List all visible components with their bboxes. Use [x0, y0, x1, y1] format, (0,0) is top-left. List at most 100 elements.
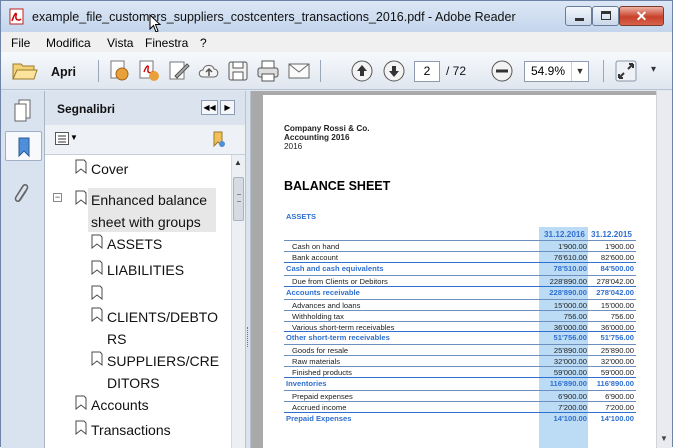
maximize-button[interactable]: [592, 6, 619, 26]
bookmark-page-icon: [75, 190, 87, 206]
attachments-icon[interactable]: [13, 181, 33, 207]
table-row: Cash on hand 1'900.00 1'900.00: [284, 240, 636, 251]
row-label: Inventories: [286, 379, 327, 389]
navigation-pane-rail: [1, 91, 45, 448]
bookmark-label: Enhanced balance: [91, 192, 207, 208]
minimize-button[interactable]: [565, 6, 592, 26]
toolbar-separator: [320, 60, 321, 82]
row-value-2015: 278'042.00: [596, 287, 634, 297]
menu-help[interactable]: ?: [200, 36, 207, 50]
balance-sheet-heading: BALANCE SHEET: [284, 179, 391, 193]
zoom-select[interactable]: 54.9% ▼: [524, 61, 589, 82]
col-header-2015: 31.12.2015: [591, 230, 632, 239]
create-pdf-icon[interactable]: [107, 59, 131, 83]
bookmark-label: CLIENTS/DEBTO: [107, 309, 218, 325]
table-row: Prepaid expenses 6'900.00 6'900.00: [284, 390, 636, 402]
page-number-input[interactable]: 2: [414, 61, 440, 82]
bookmarks-toolbar: ▼: [45, 125, 245, 155]
row-label: Various short-term receivables: [292, 322, 395, 332]
row-value-2015: 116'890.00: [596, 379, 634, 389]
chevron-down-icon[interactable]: ▼: [571, 62, 588, 81]
table-row: Prepaid Expenses 14'100.00 14'100.00: [284, 411, 636, 423]
zoom-out-icon[interactable]: [490, 59, 514, 83]
page-total: / 72: [446, 64, 467, 78]
next-page-icon[interactable]: [382, 59, 406, 83]
menu-vista[interactable]: Vista: [107, 36, 133, 50]
scroll-thumb[interactable]: [233, 177, 244, 221]
save-icon[interactable]: [226, 59, 250, 83]
find-bookmark-icon[interactable]: [211, 131, 227, 149]
print-icon[interactable]: [256, 59, 280, 83]
bookmark-page-icon: [75, 159, 87, 175]
row-label: Prepaid Expenses: [286, 413, 352, 423]
table-row: Advances and loans 15'000.00 15'000.00: [284, 298, 636, 310]
table-row: Inventories 116'890.00 116'890.00: [284, 377, 636, 389]
row-label: Advances and loans: [292, 300, 361, 310]
menu-finestra[interactable]: Finestra: [145, 36, 188, 50]
row-value-2015: 36'000.00: [600, 322, 634, 332]
table-row: Various short-term receivables 36'000.00 3…: [284, 320, 636, 332]
scroll-down-icon[interactable]: ▼: [657, 432, 672, 448]
row-value-2015: 51'756.00: [600, 333, 634, 343]
close-button[interactable]: ✕: [619, 6, 664, 26]
row-value-2016: 7'200.00: [558, 403, 587, 412]
table-row: Raw materials 32'000.00 32'000.00: [284, 355, 636, 367]
cloud-upload-icon[interactable]: [197, 59, 221, 83]
row-value-2015: 6'900.00: [605, 392, 634, 402]
collapse-toggle-icon[interactable]: −: [53, 193, 62, 202]
open-button[interactable]: Apri: [7, 57, 85, 85]
row-value-2016: 51'756.00: [553, 333, 587, 343]
row-label: Goods for resale: [292, 346, 349, 356]
app-window: example_file_customers_suppliers_costcen…: [0, 0, 673, 448]
splitter-grip: [247, 327, 249, 347]
bookmark-label: Accounts: [91, 397, 149, 413]
sign-document-icon[interactable]: [167, 59, 191, 83]
bookmark-page-icon: [91, 234, 103, 250]
pdf-page: Company Rossi & Co. Accounting 2016 2016…: [263, 95, 656, 448]
bookmark-label: Transactions: [91, 422, 171, 438]
document-scrollbar[interactable]: ▼: [656, 91, 672, 448]
menu-bar: File Modifica Vista Finestra ?: [1, 32, 672, 52]
combine-pdf-icon[interactable]: [137, 59, 161, 83]
bookmark-page-icon: [75, 420, 87, 436]
row-label: Prepaid expenses: [292, 392, 353, 402]
document-view[interactable]: Company Rossi & Co. Accounting 2016 2016…: [251, 91, 656, 448]
report-subtitle: Accounting 2016: [284, 133, 350, 142]
toolbar: Apri 2 / 72 54.9% ▼ ▾: [1, 52, 672, 90]
row-value-2016: 6'900.00: [558, 392, 587, 402]
company-name: Company Rossi & Co.: [284, 124, 370, 133]
full-screen-icon[interactable]: [614, 59, 638, 83]
email-icon[interactable]: [287, 59, 311, 83]
toolbar-overflow-icon[interactable]: ▾: [651, 64, 656, 75]
table-row: Accrued income 7'200.00 7'200.00: [284, 401, 636, 412]
table-row: Bank account 76'610.00 82'600.00: [284, 250, 636, 262]
title-bar[interactable]: example_file_customers_suppliers_costcen…: [1, 1, 672, 33]
bookmark-label: sheet with groups: [91, 214, 201, 230]
bookmarks-scrollbar[interactable]: ▲: [231, 155, 245, 448]
expand-panel-button[interactable]: ▶: [220, 100, 235, 115]
window-title: example_file_customers_suppliers_costcen…: [32, 10, 516, 24]
bookmarks-tree: Cover − Enhanced balance sheet with groups A…: [45, 155, 231, 448]
row-value-2015: 278'042.00: [596, 276, 634, 286]
collapse-panel-button[interactable]: ◀◀: [201, 100, 218, 115]
row-label: Withholding tax: [292, 311, 344, 321]
bookmark-page-icon: [91, 260, 103, 276]
pdf-app-icon: [9, 8, 24, 25]
row-label: Accrued income: [292, 403, 347, 412]
scroll-up-icon[interactable]: ▲: [234, 158, 242, 167]
options-menu-button[interactable]: ▼: [55, 132, 78, 147]
previous-page-icon[interactable]: [350, 59, 374, 83]
row-value-2016: 59'000.00: [553, 368, 587, 378]
table-row: Other short-term receivables 51'756.00 51'…: [284, 331, 636, 343]
row-label: Other short-term receivables: [286, 333, 390, 343]
bookmarks-title: Segnalibri: [57, 102, 116, 116]
zoom-value: 54.9%: [531, 64, 566, 78]
page-thumbnails-icon[interactable]: [12, 98, 34, 122]
row-value-2016: 32'000.00: [553, 357, 587, 367]
bookmarks-tab[interactable]: [5, 131, 42, 161]
table-row: Goods for resale 25'890.00 25'890.00: [284, 344, 636, 356]
close-icon: ✕: [635, 8, 648, 24]
menu-file[interactable]: File: [11, 36, 30, 50]
menu-modifica[interactable]: Modifica: [46, 36, 91, 50]
bookmark-page-icon: [91, 351, 103, 367]
